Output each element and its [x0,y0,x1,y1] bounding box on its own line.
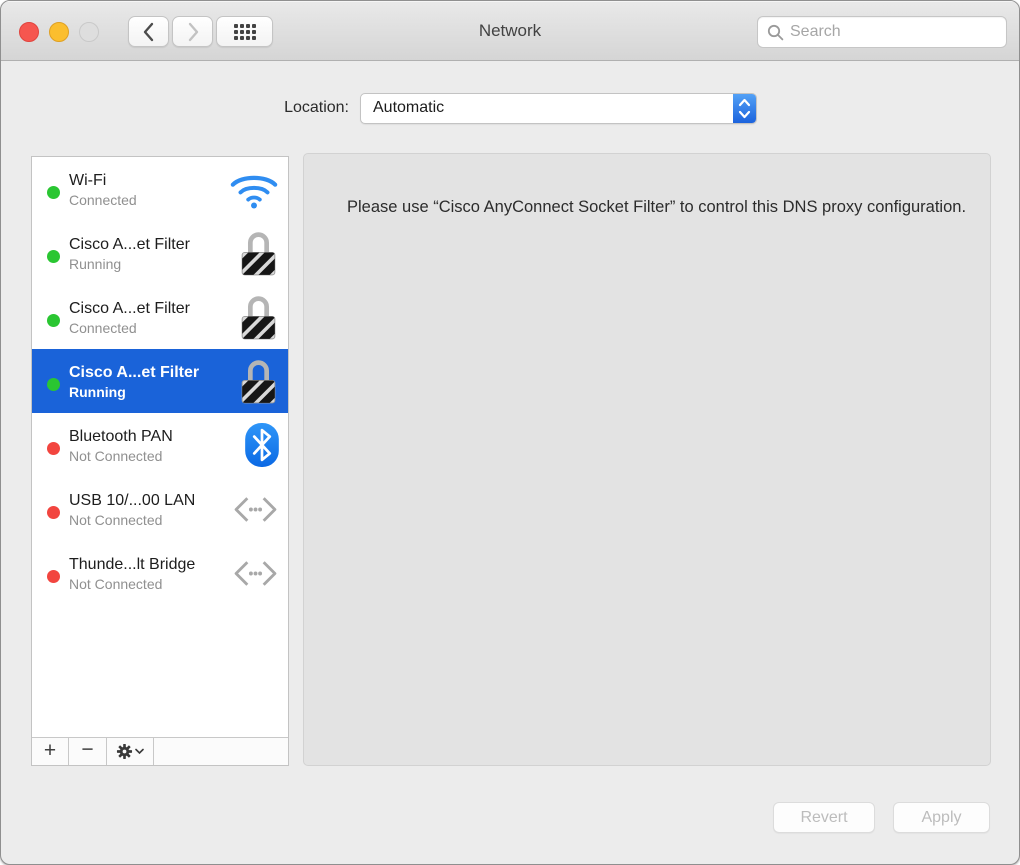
detail-panel: Please use “Cisco AnyConnect Socket Filt… [303,153,991,766]
service-row[interactable]: Bluetooth PAN Not Connected [32,413,288,477]
bluetooth-icon [245,423,279,467]
add-service-button[interactable]: + [32,738,69,765]
service-name: Bluetooth PAN [69,427,173,445]
search-field[interactable] [757,16,1007,48]
ethernet-icon [232,494,279,525]
service-name: Cisco A...et Filter [69,235,190,253]
service-name: Thunde...lt Bridge [69,555,196,573]
service-row[interactable]: Cisco A...et Filter Running [32,349,288,413]
service-row[interactable]: Cisco A...et Filter Running [32,221,288,285]
search-input[interactable] [790,23,990,41]
service-status: Not Connected [69,575,163,592]
service-list: Wi-Fi Connected Cisco A...et Filter Runn… [32,157,288,605]
status-dot [47,313,60,327]
service-name: USB 10/...00 LAN [69,491,196,509]
wifi-icon [229,170,279,209]
title-bar: Network [1,1,1019,61]
location-select[interactable]: Automatic [360,93,757,124]
service-row[interactable]: Wi-Fi Connected [32,157,288,221]
remove-service-button[interactable]: − [69,738,107,765]
service-name: Cisco A...et Filter [69,363,200,381]
location-label: Location: [284,99,349,116]
ethernet-icon [232,558,279,589]
services-sidebar: Wi-Fi Connected Cisco A...et Filter Runn… [31,156,289,766]
service-name: Wi-Fi [69,171,107,189]
popup-stepper [733,94,756,123]
lock-icon [238,228,279,279]
status-dot [47,249,60,263]
lock-icon [238,356,279,407]
service-name: Cisco A...et Filter [69,299,190,317]
lock-icon [238,292,279,343]
search-icon [767,24,784,40]
plus-icon: + [43,738,57,762]
gear-icon [116,743,133,760]
action-menu-button[interactable] [107,738,154,765]
status-dot [47,505,60,519]
service-status: Connected [69,191,137,208]
service-status: Not Connected [69,511,163,528]
status-dot [47,185,60,199]
apply-button[interactable]: Apply [893,802,990,833]
service-status: Not Connected [69,447,163,464]
status-dot [47,441,60,455]
location-value: Automatic [373,99,445,116]
minus-icon: − [81,737,94,761]
network-preferences-window: Network Location: Automatic Wi-Fi Connec… [0,0,1020,865]
dns-proxy-message: Please use “Cisco AnyConnect Socket Filt… [347,198,967,216]
revert-button[interactable]: Revert [773,802,875,833]
service-status: Running [69,255,122,272]
service-row[interactable]: Thunde...lt Bridge Not Connected [32,541,288,605]
service-row[interactable]: Cisco A...et Filter Connected [32,285,288,349]
service-status: Connected [69,319,137,336]
status-dot [47,377,60,391]
service-status: Running [69,383,126,400]
service-list-toolbar: + − [32,737,288,765]
chevron-down-icon [135,748,144,755]
service-row[interactable]: USB 10/...00 LAN Not Connected [32,477,288,541]
status-dot [47,569,60,583]
up-down-chevrons-icon [738,98,751,119]
